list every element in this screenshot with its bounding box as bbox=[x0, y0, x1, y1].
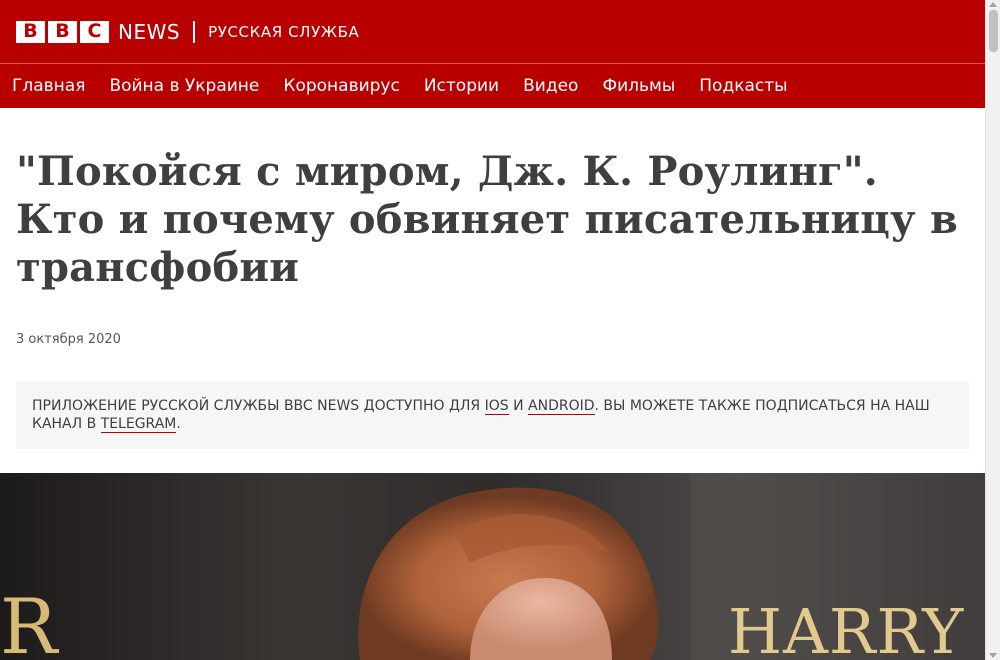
hero-image: R HARRY PO bbox=[0, 473, 985, 660]
bbc-logo[interactable]: B B C bbox=[16, 20, 109, 43]
main-nav: Главная Война в Украине Коронавирус Исто… bbox=[0, 64, 985, 108]
nav-item-home[interactable]: Главная bbox=[12, 76, 85, 96]
nav-item-coronavirus[interactable]: Коронавирус bbox=[283, 76, 399, 96]
article-headline: "Покойся с миром, Дж. К. Роулинг". Кто и… bbox=[16, 148, 958, 291]
bbc-logo-block: C bbox=[80, 20, 109, 43]
bbc-logo-block: B bbox=[48, 20, 77, 43]
nav-item-war-in-ukraine[interactable]: Война в Украине bbox=[109, 76, 259, 96]
scroll-down-arrow-icon[interactable] bbox=[989, 653, 997, 658]
nav-item-stories[interactable]: Истории bbox=[424, 76, 499, 96]
vertical-scrollbar[interactable] bbox=[985, 0, 1000, 660]
logo-divider bbox=[193, 20, 196, 43]
scrollbar-thumb[interactable] bbox=[989, 10, 998, 52]
scroll-up-arrow-icon[interactable] bbox=[989, 2, 997, 7]
android-link[interactable]: ANDROID bbox=[528, 398, 595, 415]
promo-text: ПРИЛОЖЕНИЕ РУССКОЙ СЛУЖБЫ BBC NEWS ДОСТУ… bbox=[32, 398, 485, 414]
nav-item-video[interactable]: Видео bbox=[523, 76, 578, 96]
telegram-link[interactable]: TELEGRAM bbox=[100, 416, 177, 433]
promo-text: И bbox=[508, 398, 529, 414]
news-logo-text[interactable]: NEWS bbox=[118, 20, 180, 44]
page: B B C NEWS РУССКАЯ СЛУЖБА Главная Война … bbox=[0, 0, 985, 660]
promo-text: . bbox=[176, 416, 181, 432]
nav-item-podcasts[interactable]: Подкасты bbox=[699, 76, 787, 96]
service-name[interactable]: РУССКАЯ СЛУЖБА bbox=[208, 23, 359, 41]
app-promo-box: ПРИЛОЖЕНИЕ РУССКОЙ СЛУЖБЫ BBC NEWS ДОСТУ… bbox=[16, 381, 969, 449]
nav-item-films[interactable]: Фильмы bbox=[602, 76, 675, 96]
ios-link[interactable]: IOS bbox=[484, 398, 509, 415]
hero-photo: R HARRY PO bbox=[0, 473, 985, 660]
article-date: 3 октября 2020 bbox=[16, 332, 121, 347]
hero-backdrop-letter: R bbox=[0, 582, 60, 660]
hero-backdrop-text: HARRY PO bbox=[728, 595, 985, 660]
masthead: B B C NEWS РУССКАЯ СЛУЖБА bbox=[0, 0, 985, 64]
bbc-logo-block: B bbox=[16, 20, 45, 43]
